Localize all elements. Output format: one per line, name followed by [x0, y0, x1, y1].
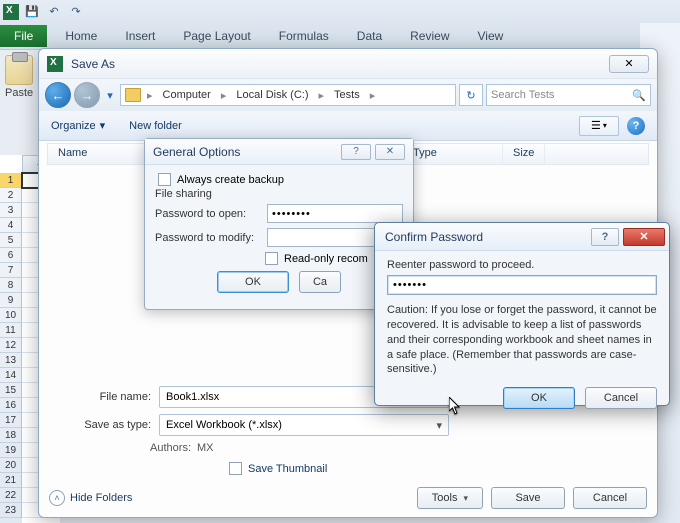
save-thumbnail-checkbox[interactable] [229, 462, 242, 475]
save-as-title: Save As [71, 57, 115, 71]
tab-review[interactable]: Review [396, 25, 463, 47]
always-backup-checkbox[interactable] [158, 173, 171, 186]
mouse-cursor-icon [449, 397, 463, 417]
search-icon: 🔍 [632, 89, 646, 102]
ribbon: 💾 ↶ ↷ File Home Insert Page Layout Formu… [0, 0, 680, 50]
cancel-button[interactable]: Cancel [573, 487, 647, 509]
cancel-button[interactable]: Ca [299, 271, 341, 293]
general-options-title: General Options [153, 145, 240, 159]
chevron-down-icon: ▾ [100, 119, 106, 132]
cancel-button[interactable]: Cancel [585, 387, 657, 409]
file-tab[interactable]: File [0, 25, 47, 47]
password-open-input[interactable]: •••••••• [267, 204, 403, 223]
save-button[interactable]: Save [491, 487, 565, 509]
tab-view[interactable]: View [464, 25, 518, 47]
paste-label: Paste [5, 87, 33, 99]
password-modify-label: Password to modify: [155, 232, 267, 244]
breadcrumb[interactable]: ▸ Computer ▸ Local Disk (C:) ▸ Tests ▸ [120, 84, 456, 106]
caution-text: Caution: If you lose or forget the passw… [387, 303, 657, 377]
save-thumbnail-label: Save Thumbnail [248, 463, 327, 475]
confirm-titlebar[interactable]: Confirm Password ? ✕ [375, 223, 669, 251]
tab-home[interactable]: Home [51, 25, 111, 47]
file-sharing-section: File sharing [155, 188, 403, 200]
tab-formulas[interactable]: Formulas [265, 25, 343, 47]
readonly-recommended-checkbox[interactable] [265, 252, 278, 265]
hide-folders-toggle[interactable]: ˄ Hide Folders [49, 490, 132, 506]
view-options-button[interactable]: ☰ ▾ [579, 116, 619, 136]
authors-label: Authors: [49, 442, 197, 454]
save-type-dropdown[interactable]: Excel Workbook (*.xlsx)▾ [159, 414, 449, 436]
back-button[interactable]: ← [45, 82, 71, 108]
forward-button[interactable]: → [74, 82, 100, 108]
ok-button[interactable]: OK [503, 387, 575, 409]
breadcrumb-folder[interactable]: Tests [330, 89, 364, 101]
password-open-label: Password to open: [155, 208, 267, 220]
qat-undo-icon[interactable]: ↶ [45, 3, 63, 21]
reenter-label: Reenter password to proceed. [387, 259, 657, 271]
chevron-up-icon: ˄ [49, 490, 65, 506]
paste-group[interactable]: Paste [5, 55, 33, 99]
save-as-titlebar[interactable]: Save As ✕ [39, 49, 657, 79]
excel-icon [47, 56, 63, 72]
col-type[interactable]: Type [403, 144, 503, 164]
breadcrumb-computer[interactable]: Computer [159, 89, 215, 101]
close-button[interactable]: ✕ [375, 144, 405, 160]
search-input[interactable]: Search Tests 🔍 [486, 84, 651, 106]
confirm-title: Confirm Password [385, 230, 483, 244]
readonly-recommended-label: Read-only recom [284, 253, 368, 265]
tools-menu[interactable]: Tools [417, 487, 483, 509]
general-options-titlebar[interactable]: General Options ? ✕ [145, 139, 413, 165]
nav-bar: ← → ▾ ▸ Computer ▸ Local Disk (C:) ▸ Tes… [39, 79, 657, 111]
qat-redo-icon[interactable]: ↷ [67, 3, 85, 21]
chevron-down-icon: ▾ [436, 419, 442, 432]
reenter-password-input[interactable]: ••••••• [387, 275, 657, 295]
organize-menu[interactable]: Organize▾ [51, 119, 105, 132]
qat-save-icon[interactable]: 💾 [23, 3, 41, 21]
refresh-button[interactable]: ↻ [459, 84, 483, 106]
help-button[interactable]: ? [341, 144, 371, 160]
help-button[interactable]: ? [591, 228, 619, 246]
help-button[interactable]: ? [627, 117, 645, 135]
save-type-label: Save as type: [49, 419, 159, 431]
nav-history-dropdown[interactable]: ▾ [103, 84, 117, 106]
tab-insert[interactable]: Insert [111, 25, 169, 47]
excel-icon [3, 4, 19, 20]
new-folder-button[interactable]: New folder [129, 120, 182, 132]
explorer-toolbar: Organize▾ New folder ☰ ▾ ? [39, 111, 657, 141]
confirm-password-dialog: Confirm Password ? ✕ Reenter password to… [374, 222, 670, 406]
clipboard-icon [5, 55, 33, 85]
tab-data[interactable]: Data [343, 25, 396, 47]
ok-button[interactable]: OK [217, 271, 289, 293]
col-size[interactable]: Size [503, 144, 545, 164]
folder-icon [125, 88, 141, 102]
tab-page-layout[interactable]: Page Layout [169, 25, 264, 47]
authors-value[interactable]: MX [197, 442, 214, 454]
search-placeholder: Search Tests [491, 89, 554, 101]
breadcrumb-drive[interactable]: Local Disk (C:) [232, 89, 312, 101]
close-button[interactable]: ✕ [623, 228, 665, 246]
close-button[interactable]: ✕ [609, 55, 649, 73]
always-backup-label: Always create backup [177, 174, 284, 186]
file-name-label: File name: [49, 391, 159, 403]
row-headers[interactable]: 1234567891011121314151617181920212223 [0, 173, 22, 523]
